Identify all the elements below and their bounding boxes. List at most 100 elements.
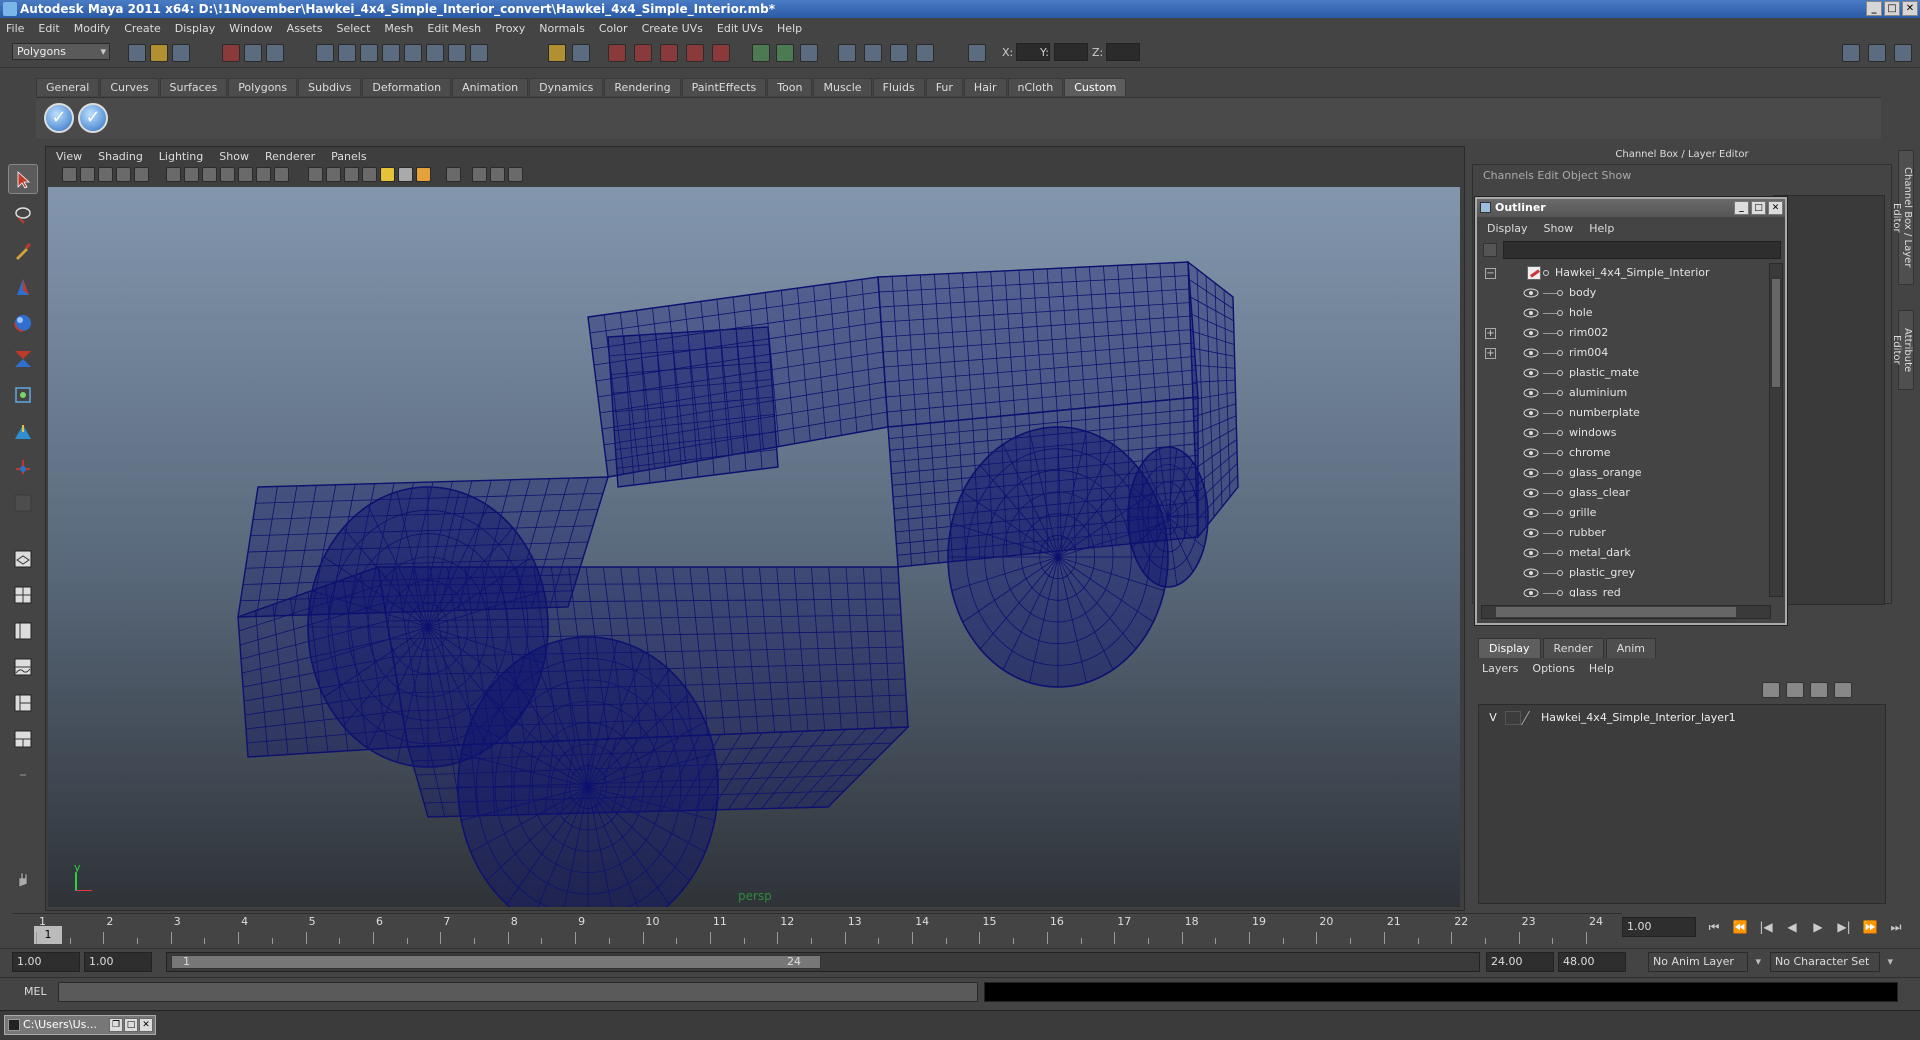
menu-proxy[interactable]: Proxy	[495, 22, 525, 35]
mask-deformations-icon[interactable]	[404, 44, 422, 62]
shelf-tab-ncloth[interactable]: nCloth	[1007, 78, 1064, 96]
shelf-tab-muscle[interactable]: Muscle	[813, 78, 872, 96]
step-back-frame-icon[interactable]: |◀	[1758, 918, 1774, 936]
outliner-item[interactable]: windows	[1477, 423, 1767, 443]
all-lights-icon[interactable]	[398, 167, 413, 182]
time-slider[interactable]: 1 1 2 3 4 5 6 7 8 9 10 11 12 13 14 15 16 17 18 19 20 21 22 23 2…	[12, 913, 1622, 945]
outliner-item[interactable]: plastic_mate	[1477, 363, 1767, 383]
select-tool[interactable]	[8, 164, 38, 194]
outliner-item[interactable]: metal_dark	[1477, 543, 1767, 563]
outliner-item[interactable]: + rim002	[1477, 323, 1767, 343]
menu-edit-mesh[interactable]: Edit Mesh	[427, 22, 481, 35]
shelf-tab-curves[interactable]: Curves	[100, 78, 159, 96]
side-tab-attribute-editor[interactable]: Attribute Editor	[1891, 310, 1914, 390]
maximize-window-button[interactable]: □	[124, 1018, 138, 1032]
universal-manipulator-tool[interactable]	[8, 380, 38, 410]
z-field[interactable]	[1106, 43, 1140, 61]
expand-icon[interactable]: +	[1485, 348, 1496, 359]
outliner-item[interactable]: glass_orange	[1477, 463, 1767, 483]
new-scene-icon[interactable]	[128, 44, 146, 62]
input-ops-icon[interactable]	[752, 44, 770, 62]
y-field[interactable]	[1054, 43, 1088, 61]
graph-editor-layout[interactable]	[8, 652, 38, 682]
show-channel-box-icon[interactable]	[1894, 44, 1912, 62]
step-forward-key-icon[interactable]: ⏩	[1862, 918, 1878, 936]
mask-handles-icon[interactable]	[316, 44, 334, 62]
step-forward-frame-icon[interactable]: ▶|	[1836, 918, 1852, 936]
select-object-icon[interactable]	[244, 44, 262, 62]
panel-menu-shading[interactable]: Shading	[98, 150, 143, 163]
resolution-gate-icon[interactable]	[446, 167, 461, 182]
soft-modification-tool[interactable]	[8, 416, 38, 446]
menu-edit-uvs[interactable]: Edit UVs	[717, 22, 763, 35]
safe-action-icon[interactable]	[472, 167, 487, 182]
close-window-button[interactable]: ✕	[139, 1018, 153, 1032]
current-frame-field[interactable]: 1.00	[1622, 917, 1696, 937]
side-tab-channel-box[interactable]: Channel Box / Layer Editor	[1891, 150, 1914, 285]
bookmarks-icon[interactable]	[98, 167, 113, 182]
outliner-item[interactable]: chrome	[1477, 443, 1767, 463]
minimized-script-editor[interactable]: C:\Users\Us... ❐ □ ✕	[4, 1015, 156, 1035]
quick-layout-tool[interactable]	[8, 864, 38, 894]
flat-shade-icon[interactable]	[220, 167, 235, 182]
layer-tab-display[interactable]: Display	[1478, 638, 1541, 658]
go-to-start-icon[interactable]: ⏮	[1706, 918, 1722, 936]
wireframe-icon[interactable]	[184, 167, 199, 182]
shelf-tab-polygons[interactable]: Polygons	[228, 78, 298, 96]
persp-graph-layout[interactable]	[8, 724, 38, 754]
outliner-horizontal-scrollbar[interactable]	[1481, 605, 1771, 619]
minimize-button[interactable]: _	[1866, 1, 1882, 16]
move-layer-down-icon[interactable]	[1786, 682, 1804, 698]
outliner-root-item[interactable]: − Hawkei_4x4_Simple_Interior	[1477, 263, 1767, 283]
outliner-search-field[interactable]	[1503, 241, 1781, 259]
show-tool-settings-icon[interactable]	[1868, 44, 1886, 62]
step-back-key-icon[interactable]: ⏪	[1732, 918, 1748, 936]
mask-dynamics-icon[interactable]	[426, 44, 444, 62]
shelf-tab-fluids[interactable]: Fluids	[872, 78, 925, 96]
outliner-vscroll-thumb[interactable]	[1771, 278, 1781, 388]
layer-tab-anim[interactable]: Anim	[1605, 638, 1656, 658]
highlight-selection-icon[interactable]	[572, 44, 590, 62]
outliner-item[interactable]: + rim004	[1477, 343, 1767, 363]
transform-mode-icon[interactable]	[968, 44, 986, 62]
layer-visibility-toggle[interactable]: V	[1485, 709, 1501, 727]
outliner-item[interactable]: aluminium	[1477, 383, 1767, 403]
mask-misc-icon[interactable]	[470, 44, 488, 62]
snap-view-plane-icon[interactable]	[686, 44, 704, 62]
outliner-item[interactable]: hole	[1477, 303, 1767, 323]
shelf-tab-toon[interactable]: Toon	[767, 78, 813, 96]
shelf-tab-rendering[interactable]: Rendering	[604, 78, 681, 96]
panel-menu-panels[interactable]: Panels	[331, 150, 366, 163]
outliner-hscroll-thumb[interactable]	[1496, 607, 1736, 617]
text-display-icon[interactable]	[274, 167, 289, 182]
menu-color[interactable]: Color	[599, 22, 628, 35]
play-backwards-icon[interactable]: ◀	[1784, 918, 1800, 936]
outliner-item[interactable]: numberplate	[1477, 403, 1767, 423]
collapse-toolbox-handle[interactable]	[8, 760, 38, 790]
panel-menu-renderer[interactable]: Renderer	[265, 150, 315, 163]
move-layer-up-icon[interactable]	[1762, 682, 1780, 698]
outliner-minimize-button[interactable]: _	[1734, 201, 1749, 215]
select-hierarchy-icon[interactable]	[222, 44, 240, 62]
anim-layer-dropdown[interactable]: No Anim Layer	[1648, 952, 1761, 972]
menu-help[interactable]: Help	[777, 22, 802, 35]
default-light-icon[interactable]	[380, 167, 395, 182]
custom-shelf-button-2-icon[interactable]: ✓	[78, 103, 108, 133]
playback-start-field[interactable]: 1.00	[84, 952, 152, 972]
texture-icon[interactable]	[256, 167, 271, 182]
custom-shelf-button-1-icon[interactable]: ✓	[44, 103, 74, 133]
image-plane-icon[interactable]	[116, 167, 131, 182]
menu-set-selector[interactable]: Polygons	[12, 43, 110, 60]
menu-window[interactable]: Window	[229, 22, 272, 35]
show-manipulator-tool[interactable]	[8, 452, 38, 482]
mask-joints-icon[interactable]	[338, 44, 356, 62]
mel-label[interactable]: MEL	[24, 985, 47, 998]
hypershade-layout[interactable]	[8, 688, 38, 718]
mask-curves-icon[interactable]	[360, 44, 378, 62]
outliner-item[interactable]: glass_red	[1477, 583, 1767, 597]
save-scene-icon[interactable]	[172, 44, 190, 62]
hypershade-icon[interactable]	[916, 44, 934, 62]
close-button[interactable]: ✕	[1902, 1, 1918, 16]
layer-display-type-toggle[interactable]	[1505, 711, 1521, 725]
ipr-render-icon[interactable]	[864, 44, 882, 62]
